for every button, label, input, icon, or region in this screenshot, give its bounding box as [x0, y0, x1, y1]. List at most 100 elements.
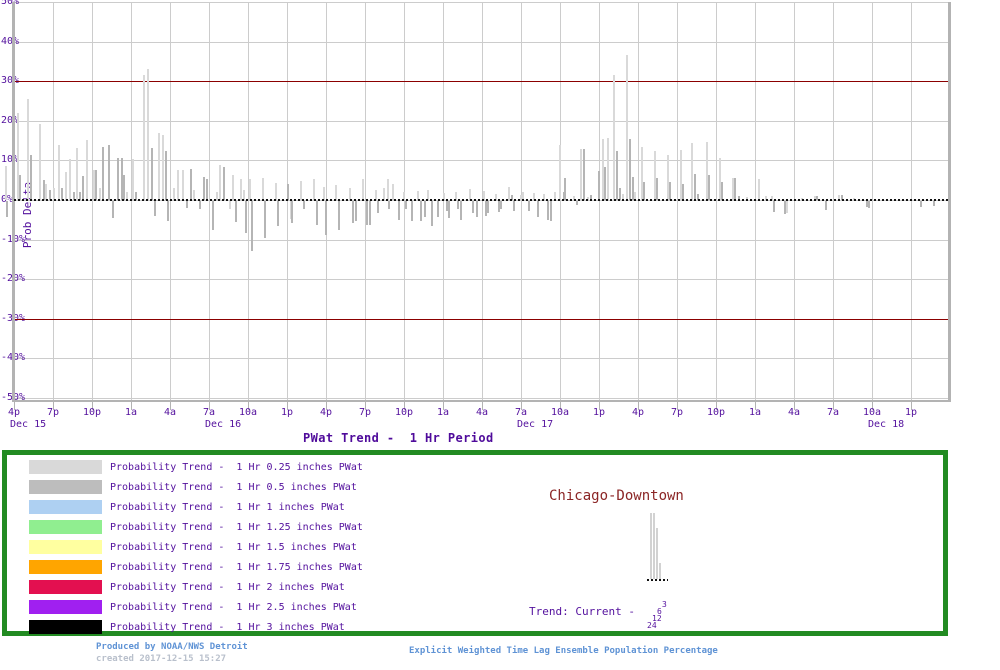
prob-delta-bar — [27, 99, 29, 200]
prob-delta-bar — [437, 201, 439, 217]
prob-delta-bar — [643, 182, 645, 200]
prob-delta-bar — [313, 179, 315, 200]
prob-delta-bar — [564, 178, 566, 200]
prob-delta-bar — [95, 170, 97, 200]
prob-delta-bar — [405, 201, 407, 209]
prob-delta-bar — [786, 201, 788, 213]
x-gridline — [521, 2, 522, 400]
legend-label: Probability Trend - 1 Hr 0.25 inches PWa… — [110, 462, 363, 473]
prob-delta-bar — [460, 201, 462, 220]
prob-delta-bar — [147, 69, 149, 200]
prob-delta-bar — [758, 179, 760, 200]
prob-delta-bar — [868, 201, 870, 208]
prob-delta-bar — [420, 201, 422, 221]
prob-delta-bar — [223, 167, 225, 200]
prob-delta-bar — [472, 201, 474, 213]
prob-delta-bar — [576, 201, 578, 205]
prob-delta-bar — [6, 201, 8, 217]
prob-delta-bar — [199, 201, 201, 209]
x-tick-label: 4p — [7, 407, 21, 418]
mini-chart-baseline — [647, 579, 668, 581]
prob-delta-bar — [920, 201, 922, 207]
prob-delta-bar — [58, 145, 60, 200]
prob-delta-bar — [338, 201, 340, 230]
x-tick-label: 1p — [904, 407, 918, 418]
prob-delta-bar — [264, 201, 266, 238]
prob-delta-bar — [387, 179, 389, 200]
prob-delta-bar — [206, 179, 208, 200]
prob-delta-bar — [45, 184, 47, 200]
footer-created-timestamp: created 2017-12-15 15:27 — [96, 654, 227, 664]
prob-delta-bar — [212, 201, 214, 230]
x-tick-label: 10a — [550, 407, 570, 418]
x-tick-label: 1a — [124, 407, 138, 418]
x-tick-label: 10p — [706, 407, 726, 418]
x-tick-label: 7p — [358, 407, 372, 418]
zero-line — [14, 199, 950, 201]
prob-delta-bar — [377, 201, 379, 213]
legend-item: Probability Trend - 1 Hr 0.5 inches PWat — [7, 480, 407, 494]
legend-item: Probability Trend - 1 Hr 1.5 inches PWat — [7, 540, 407, 554]
prob-delta-bar — [656, 178, 658, 200]
prob-delta-bar — [203, 177, 205, 200]
x-gridline — [794, 2, 795, 400]
prob-delta-bar — [708, 175, 710, 200]
x-tick-label: 1a — [436, 407, 450, 418]
x-tick-label: 4p — [319, 407, 333, 418]
legend-label: Probability Trend - 1 Hr 2 inches PWat — [110, 582, 345, 593]
x-date-label: Dec 15 — [10, 419, 47, 430]
mini-chart-lag-label: 3 — [662, 600, 667, 609]
x-tick-label: 4a — [475, 407, 489, 418]
x-date-label: Dec 17 — [517, 419, 554, 430]
prob-delta-bar — [151, 148, 153, 200]
x-gridline — [131, 2, 132, 400]
x-tick-label: 4p — [631, 407, 645, 418]
prob-delta-bar — [734, 178, 736, 200]
x-tick-label: 10a — [862, 407, 882, 418]
mini-chart-bar — [650, 513, 652, 579]
prob-delta-bar — [398, 201, 400, 220]
prob-delta-bar — [513, 201, 515, 211]
legend-item: Probability Trend - 1 Hr 1 inches PWat — [7, 500, 407, 514]
x-tick-label: 7a — [202, 407, 216, 418]
mini-chart-bar — [659, 563, 661, 579]
prob-delta-bar — [616, 151, 618, 200]
prob-delta-bar — [537, 201, 539, 217]
legend-label: Probability Trend - 1 Hr 1 inches PWat — [110, 502, 345, 513]
prob-delta-bar — [316, 201, 318, 225]
x-gridline — [560, 2, 561, 400]
prob-delta-bar — [108, 145, 110, 200]
x-tick-label: 1p — [592, 407, 606, 418]
legend-label: Probability Trend - 1 Hr 3 inches PWat — [110, 622, 345, 633]
prob-delta-bar — [177, 170, 179, 200]
x-date-label: Dec 18 — [868, 419, 905, 430]
prob-delta-bar — [392, 184, 394, 200]
pwat-trend-screen: 50%40%30%20%10%0%-10%-20%-30%-40%-50%4pD… — [0, 0, 1000, 670]
prob-delta-bar — [604, 167, 606, 200]
legend-label: Probability Trend - 1 Hr 1.5 inches PWat — [110, 542, 357, 553]
prob-delta-bar — [165, 151, 167, 200]
prob-delta-bar — [335, 185, 337, 200]
x-tick-label: 1p — [280, 407, 294, 418]
x-gridline — [482, 2, 483, 400]
prob-delta-bar — [691, 143, 693, 200]
prob-delta-bar — [629, 139, 631, 200]
plot-right-border — [948, 2, 951, 402]
legend-item: Probability Trend - 1 Hr 1.75 inches PWa… — [7, 560, 407, 574]
prob-delta-bar — [69, 159, 71, 200]
prob-delta-bar — [547, 201, 549, 220]
prob-delta-bar — [262, 178, 264, 200]
prob-delta-bar — [229, 201, 231, 209]
x-gridline — [716, 2, 717, 400]
prob-delta-bar — [186, 201, 188, 208]
prob-delta-bar — [559, 145, 561, 200]
plot-area: 50%40%30%20%10%0%-10%-20%-30%-40%-50%4pD… — [0, 0, 1000, 450]
prob-delta-bar — [694, 174, 696, 200]
prob-delta-bar — [500, 201, 502, 209]
prob-delta-bar — [431, 201, 433, 226]
x-gridline — [443, 2, 444, 400]
x-gridline — [170, 2, 171, 400]
prob-delta-bar — [162, 135, 164, 200]
prob-delta-bar — [773, 201, 775, 212]
legend-label: Probability Trend - 1 Hr 1.25 inches PWa… — [110, 522, 363, 533]
